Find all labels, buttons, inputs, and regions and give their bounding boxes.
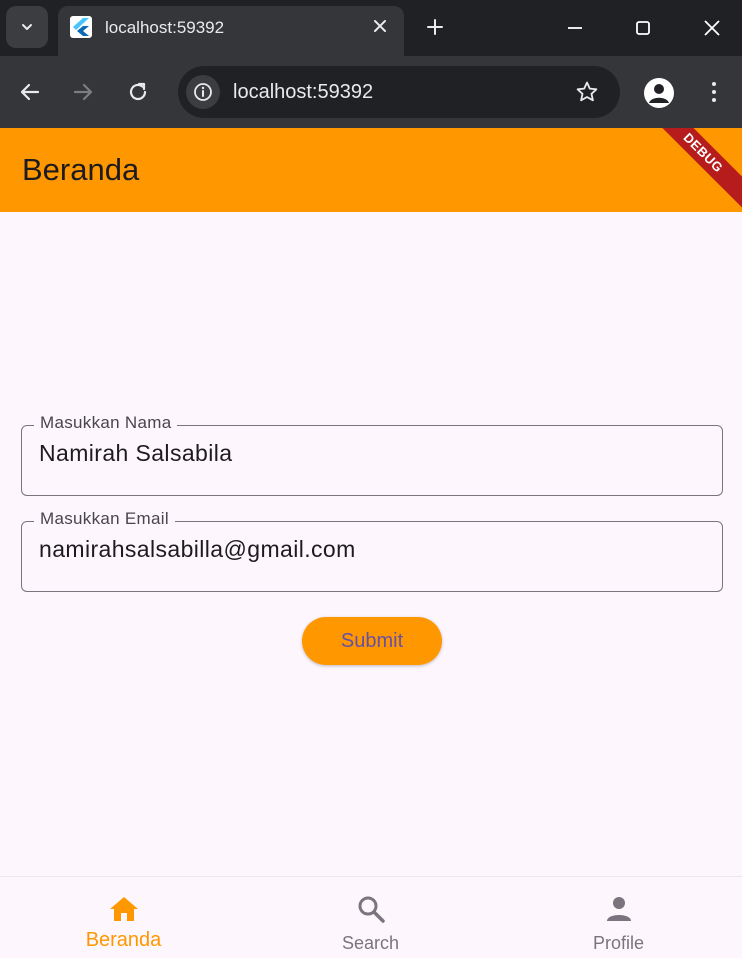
maximize-button[interactable] [620, 8, 666, 48]
app-bar: Beranda DEBUG [0, 128, 742, 212]
home-icon [108, 893, 140, 925]
reload-icon [129, 82, 147, 101]
page-title: Beranda [22, 152, 140, 187]
name-field[interactable]: Masukkan Nama [21, 413, 723, 496]
address-bar[interactable]: localhost:59392 [178, 66, 620, 118]
email-field[interactable]: Masukkan Email [21, 509, 723, 592]
chevron-down-icon [22, 24, 32, 30]
email-input[interactable] [39, 536, 699, 563]
bookmark-star-icon[interactable] [574, 79, 600, 105]
search-icon [355, 893, 387, 925]
debug-banner: DEBUG [635, 128, 742, 212]
nav-item-search[interactable]: Search [247, 877, 494, 958]
minimize-button[interactable] [552, 8, 598, 48]
close-icon [704, 20, 720, 36]
browser-tab-bar: localhost:59392 [0, 0, 742, 56]
browser-toolbar: localhost:59392 [0, 56, 742, 128]
back-button[interactable] [10, 72, 50, 112]
bottom-navigation-bar: Beranda Search Profile [0, 876, 742, 958]
submit-button[interactable]: Submit [302, 617, 442, 665]
maximize-icon [636, 21, 650, 35]
email-field-label: Masukkan Email [34, 509, 175, 529]
browser-menu-icon[interactable] [700, 76, 728, 108]
new-tab-button[interactable] [420, 12, 450, 42]
nav-item-profile[interactable]: Profile [495, 877, 742, 958]
nav-item-beranda[interactable]: Beranda [0, 877, 247, 958]
url-text[interactable]: localhost:59392 [233, 81, 373, 104]
reload-button[interactable] [118, 72, 158, 112]
nav-label-search: Search [341, 933, 400, 953]
close-window-button[interactable] [689, 8, 735, 48]
name-input[interactable] [39, 440, 699, 467]
plus-icon [427, 19, 443, 35]
arrow-left-icon [20, 83, 40, 101]
person-icon [603, 893, 635, 925]
minimize-icon [568, 27, 582, 29]
browser-tab[interactable]: localhost:59392 [58, 6, 404, 56]
arrow-right-icon [73, 83, 93, 101]
profile-avatar-icon[interactable] [644, 78, 674, 108]
tab-search-button[interactable] [6, 6, 48, 48]
tab-title: localhost:59392 [105, 18, 225, 37]
site-info-icon[interactable] [186, 75, 220, 109]
name-field-label: Masukkan Nama [34, 413, 178, 433]
flutter-favicon-icon [70, 16, 92, 38]
nav-label-profile: Profile [592, 933, 645, 953]
forward-button[interactable] [63, 72, 103, 112]
nav-label-beranda: Beranda [85, 929, 162, 951]
close-tab-icon[interactable] [370, 16, 390, 36]
